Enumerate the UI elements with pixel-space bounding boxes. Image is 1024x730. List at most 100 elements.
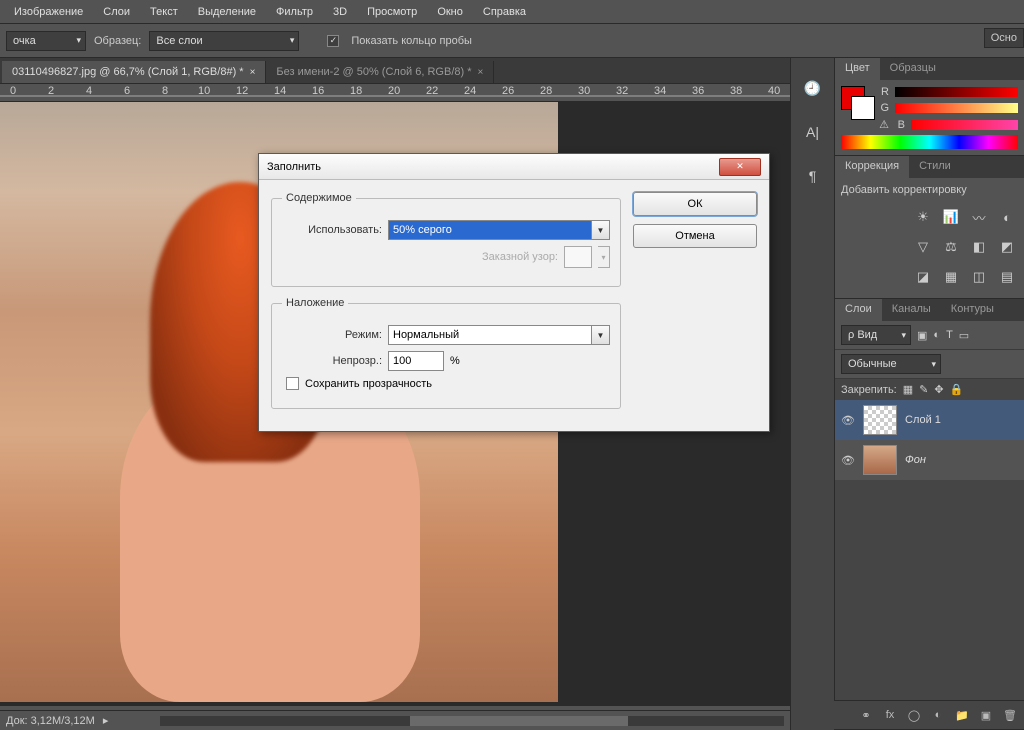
- tab-layers[interactable]: Слои: [835, 299, 882, 321]
- tab-styles[interactable]: Стили: [909, 156, 961, 178]
- svg-text:6: 6: [124, 85, 130, 97]
- adjustment-layer-icon[interactable]: ◐: [930, 707, 946, 723]
- brightness-icon[interactable]: ☀: [914, 208, 932, 226]
- close-icon[interactable]: ×: [250, 67, 256, 78]
- dialog-close-button[interactable]: ✕: [719, 158, 761, 176]
- lock-brush-icon[interactable]: ✎: [919, 383, 928, 396]
- horizontal-scrollbar[interactable]: [160, 716, 784, 726]
- status-arrow-icon[interactable]: ▸: [103, 714, 109, 727]
- lock-pixels-icon[interactable]: ▦: [903, 383, 913, 396]
- blending-fieldset: Наложение Режим: Нормальный▼ Непрозр.: %…: [271, 297, 621, 409]
- new-layer-icon[interactable]: ▣: [978, 707, 994, 723]
- gradient-map-icon[interactable]: ▤: [998, 268, 1016, 286]
- options-bar: очка Образец: Все слои Показать кольцо п…: [0, 24, 1024, 58]
- layers-footer: ⚭ fx ◯ ◐ 📁 ▣ 🗑: [834, 700, 1024, 729]
- menu-image[interactable]: Изображение: [4, 2, 93, 22]
- mask-icon[interactable]: ◯: [906, 707, 922, 723]
- svg-text:18: 18: [350, 85, 362, 97]
- svg-text:30: 30: [578, 85, 590, 97]
- filter-adjust-icon[interactable]: ◐: [933, 329, 940, 341]
- posterize-icon[interactable]: ▦: [942, 268, 960, 286]
- fill-dialog: Заполнить ✕ Содержимое Использовать: 50%…: [258, 153, 770, 432]
- background-swatch[interactable]: [851, 96, 875, 120]
- pattern-dropdown-arrow: ▾: [598, 246, 610, 268]
- layer-filter-dropdown[interactable]: ρ Вид: [841, 325, 911, 345]
- paragraph-icon[interactable]: ¶: [803, 166, 823, 186]
- exposure-icon[interactable]: ◐: [998, 208, 1016, 226]
- svg-text:8: 8: [162, 85, 168, 97]
- tab-corrections[interactable]: Коррекция: [835, 156, 909, 178]
- menu-layers[interactable]: Слои: [93, 2, 140, 22]
- menu-select[interactable]: Выделение: [188, 2, 266, 22]
- layer-name[interactable]: Фон: [905, 454, 926, 466]
- preserve-transparency-checkbox[interactable]: [286, 377, 299, 390]
- svg-text:0: 0: [10, 85, 16, 97]
- ok-button[interactable]: ОК: [633, 192, 757, 216]
- visibility-icon[interactable]: 👁: [841, 414, 855, 427]
- filter-pixel-icon[interactable]: ▣: [917, 329, 927, 342]
- visibility-icon[interactable]: 👁: [841, 454, 855, 467]
- content-fieldset: Содержимое Использовать: 50% серого▼ Зак…: [271, 192, 621, 287]
- levels-icon[interactable]: 📊: [942, 208, 960, 226]
- blend-mode-dropdown[interactable]: Обычные: [841, 354, 941, 374]
- svg-text:24: 24: [464, 85, 476, 97]
- close-icon[interactable]: ×: [478, 67, 484, 78]
- color-spectrum[interactable]: [841, 135, 1018, 149]
- menu-help[interactable]: Справка: [473, 2, 536, 22]
- layer-row-1[interactable]: 👁 Слой 1: [835, 400, 1024, 440]
- fx-icon[interactable]: fx: [882, 707, 898, 723]
- use-select[interactable]: 50% серого▼: [388, 220, 610, 240]
- dialog-title-text: Заполнить: [267, 161, 321, 173]
- use-label: Использовать:: [282, 224, 382, 236]
- tab-swatches[interactable]: Образцы: [880, 58, 946, 80]
- b-slider[interactable]: [911, 120, 1018, 130]
- menu-filter[interactable]: Фильтр: [266, 2, 323, 22]
- cancel-button[interactable]: Отмена: [633, 224, 757, 248]
- sample-label: Образец:: [94, 35, 141, 47]
- history-icon[interactable]: 🕘: [803, 78, 823, 98]
- document-tab-1[interactable]: 03110496827.jpg @ 66,7% (Слой 1, RGB/8#)…: [2, 61, 266, 83]
- document-tab-2[interactable]: Без имени-2 @ 50% (Слой 6, RGB/8) * ×: [266, 61, 494, 83]
- b-label: B: [895, 119, 905, 131]
- filter-shape-icon[interactable]: ▭: [959, 329, 969, 342]
- g-slider[interactable]: [895, 103, 1018, 113]
- bw-icon[interactable]: ◧: [970, 238, 988, 256]
- content-legend: Содержимое: [282, 192, 356, 204]
- tab-label: 03110496827.jpg @ 66,7% (Слой 1, RGB/8#)…: [12, 66, 244, 78]
- tab-channels[interactable]: Каналы: [882, 299, 941, 321]
- tool-preset-dropdown[interactable]: очка: [6, 31, 86, 51]
- sample-dropdown[interactable]: Все слои: [149, 31, 299, 51]
- link-icon[interactable]: ⚭: [858, 707, 874, 723]
- menu-text[interactable]: Текст: [140, 2, 188, 22]
- invert-icon[interactable]: ◪: [914, 268, 932, 286]
- group-icon[interactable]: 📁: [954, 707, 970, 723]
- balance-icon[interactable]: ⚖: [942, 238, 960, 256]
- vibrance-icon[interactable]: ▽: [914, 238, 932, 256]
- menu-view[interactable]: Просмотр: [357, 2, 427, 22]
- trash-icon[interactable]: 🗑: [1002, 707, 1018, 723]
- character-icon[interactable]: A|: [803, 122, 823, 142]
- threshold-icon[interactable]: ◫: [970, 268, 988, 286]
- curves-icon[interactable]: 〰: [970, 208, 988, 226]
- svg-text:16: 16: [312, 85, 324, 97]
- tab-color[interactable]: Цвет: [835, 58, 880, 80]
- layer-thumbnail[interactable]: [863, 405, 897, 435]
- r-slider[interactable]: [895, 87, 1018, 97]
- lock-move-icon[interactable]: ✥: [934, 383, 943, 396]
- photo-filter-icon[interactable]: ◩: [998, 238, 1016, 256]
- menu-3d[interactable]: 3D: [323, 2, 357, 22]
- filter-type-icon[interactable]: T: [946, 329, 953, 341]
- opacity-input[interactable]: [388, 351, 444, 371]
- menu-window[interactable]: Окно: [427, 2, 473, 22]
- workspace-button[interactable]: Осно: [984, 28, 1024, 48]
- lock-all-icon[interactable]: 🔒: [950, 383, 964, 396]
- layer-name[interactable]: Слой 1: [905, 414, 941, 426]
- tab-paths[interactable]: Контуры: [941, 299, 1004, 321]
- layer-thumbnail[interactable]: [863, 445, 897, 475]
- svg-text:28: 28: [540, 85, 552, 97]
- mode-select[interactable]: Нормальный▼: [388, 325, 610, 345]
- layer-row-bg[interactable]: 👁 Фон: [835, 440, 1024, 480]
- show-ring-checkbox[interactable]: [327, 35, 339, 47]
- dialog-titlebar[interactable]: Заполнить ✕: [259, 154, 769, 180]
- tab-label: Без имени-2 @ 50% (Слой 6, RGB/8) *: [276, 66, 471, 78]
